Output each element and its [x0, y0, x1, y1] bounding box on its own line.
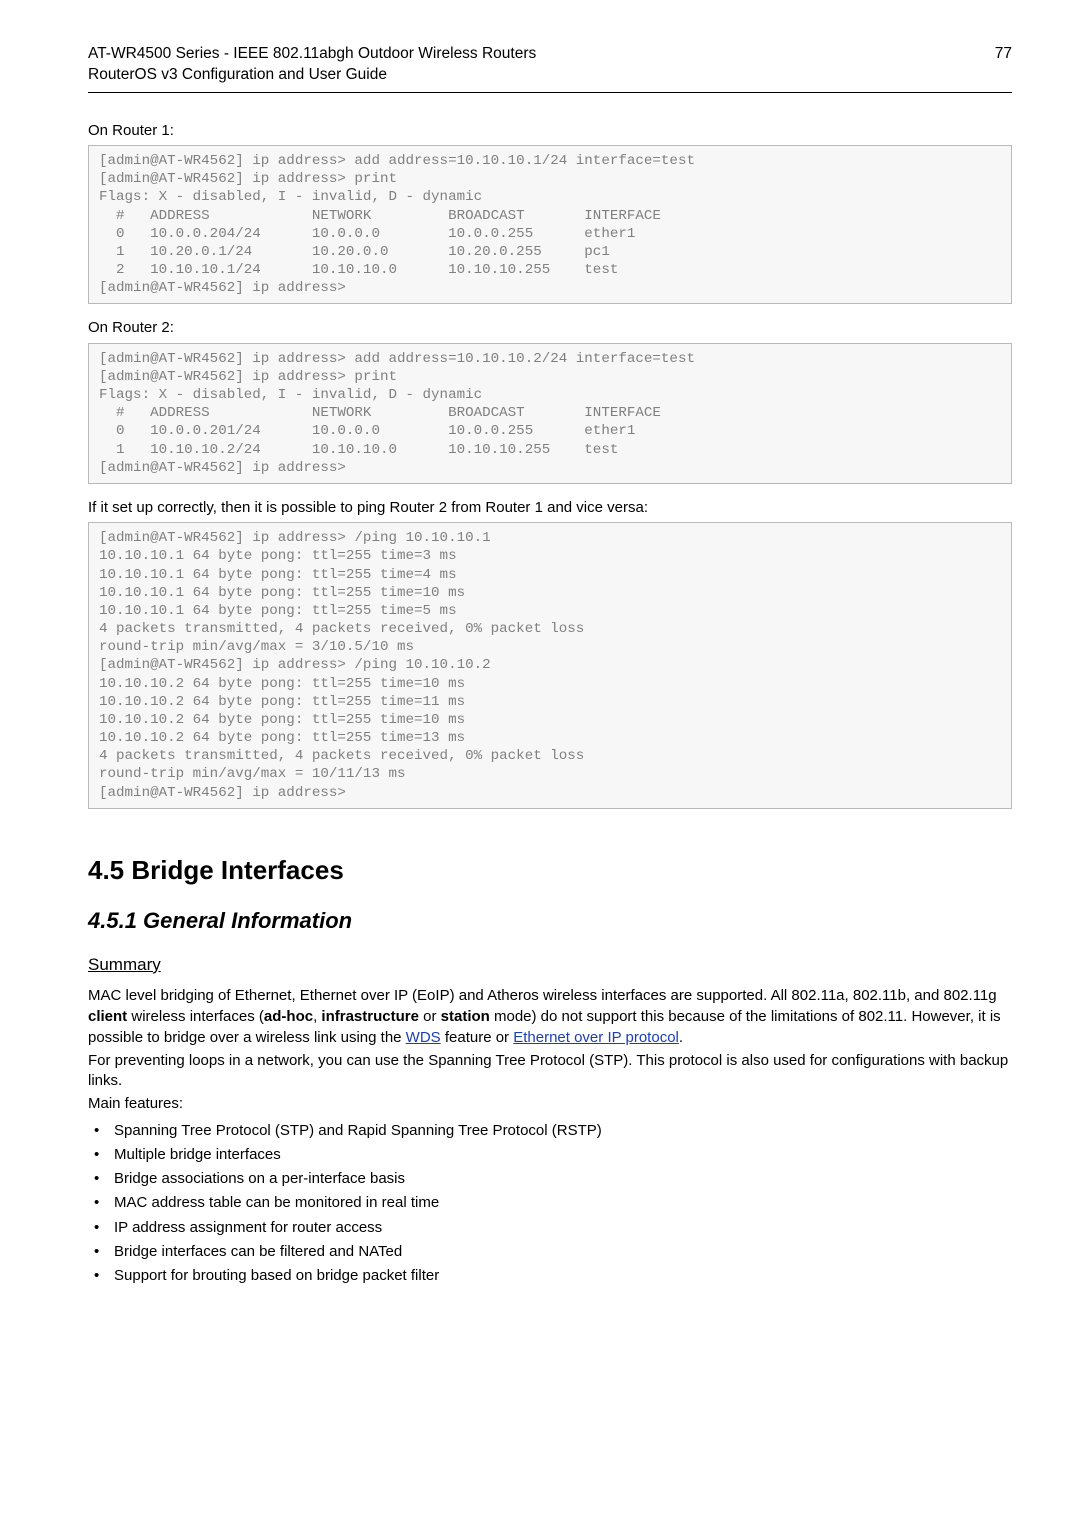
code-label-router1: On Router 1: — [88, 121, 1012, 141]
header-line1: AT-WR4500 Series - IEEE 802.11abgh Outdo… — [88, 45, 536, 62]
list-item: MAC address table can be monitored in re… — [88, 1193, 1012, 1213]
summary-paragraph-3: Main features: — [88, 1094, 1012, 1115]
code-block-router1: [admin@AT-WR4562] ip address> add addres… — [88, 145, 1012, 304]
section-title: 4.5 Bridge Interfaces — [88, 853, 1012, 888]
text-run: wireless interfaces ( — [127, 1008, 264, 1025]
feature-list: Spanning Tree Protocol (STP) and Rapid S… — [88, 1121, 1012, 1287]
list-item: Spanning Tree Protocol (STP) and Rapid S… — [88, 1121, 1012, 1141]
list-item: Bridge associations on a per-interface b… — [88, 1169, 1012, 1189]
list-item: IP address assignment for router access — [88, 1218, 1012, 1238]
text-run: or — [419, 1008, 441, 1025]
code-label-ping: If it set up correctly, then it is possi… — [88, 498, 1012, 518]
text-bold: infrastructure — [321, 1008, 419, 1025]
header-rule — [88, 92, 1012, 93]
header-line2: RouterOS v3 Configuration and User Guide — [88, 66, 387, 83]
link-wds[interactable]: WDS — [406, 1029, 441, 1046]
summary-paragraph-2: For preventing loops in a network, you c… — [88, 1051, 1012, 1092]
text-bold: ad-hoc — [264, 1008, 313, 1025]
page-header: AT-WR4500 Series - IEEE 802.11abgh Outdo… — [88, 44, 1012, 86]
header-title: AT-WR4500 Series - IEEE 802.11abgh Outdo… — [88, 44, 536, 86]
list-item: Multiple bridge interfaces — [88, 1145, 1012, 1165]
code-block-router2: [admin@AT-WR4562] ip address> add addres… — [88, 343, 1012, 484]
text-bold: station — [441, 1008, 490, 1025]
text-run: . — [679, 1029, 683, 1046]
link-eoip[interactable]: Ethernet over IP protocol — [513, 1029, 679, 1046]
subsection-title: 4.5.1 General Information — [88, 906, 1012, 936]
page-number: 77 — [995, 44, 1012, 65]
code-label-router2: On Router 2: — [88, 318, 1012, 338]
code-block-ping: [admin@AT-WR4562] ip address> /ping 10.1… — [88, 522, 1012, 809]
text-bold: client — [88, 1008, 127, 1025]
summary-paragraph-1: MAC level bridging of Ethernet, Ethernet… — [88, 986, 1012, 1048]
list-item: Support for brouting based on bridge pac… — [88, 1266, 1012, 1286]
text-run: feature or — [441, 1029, 514, 1046]
summary-heading: Summary — [88, 954, 1012, 977]
text-run: MAC level bridging of Ethernet, Ethernet… — [88, 987, 997, 1004]
list-item: Bridge interfaces can be filtered and NA… — [88, 1242, 1012, 1262]
